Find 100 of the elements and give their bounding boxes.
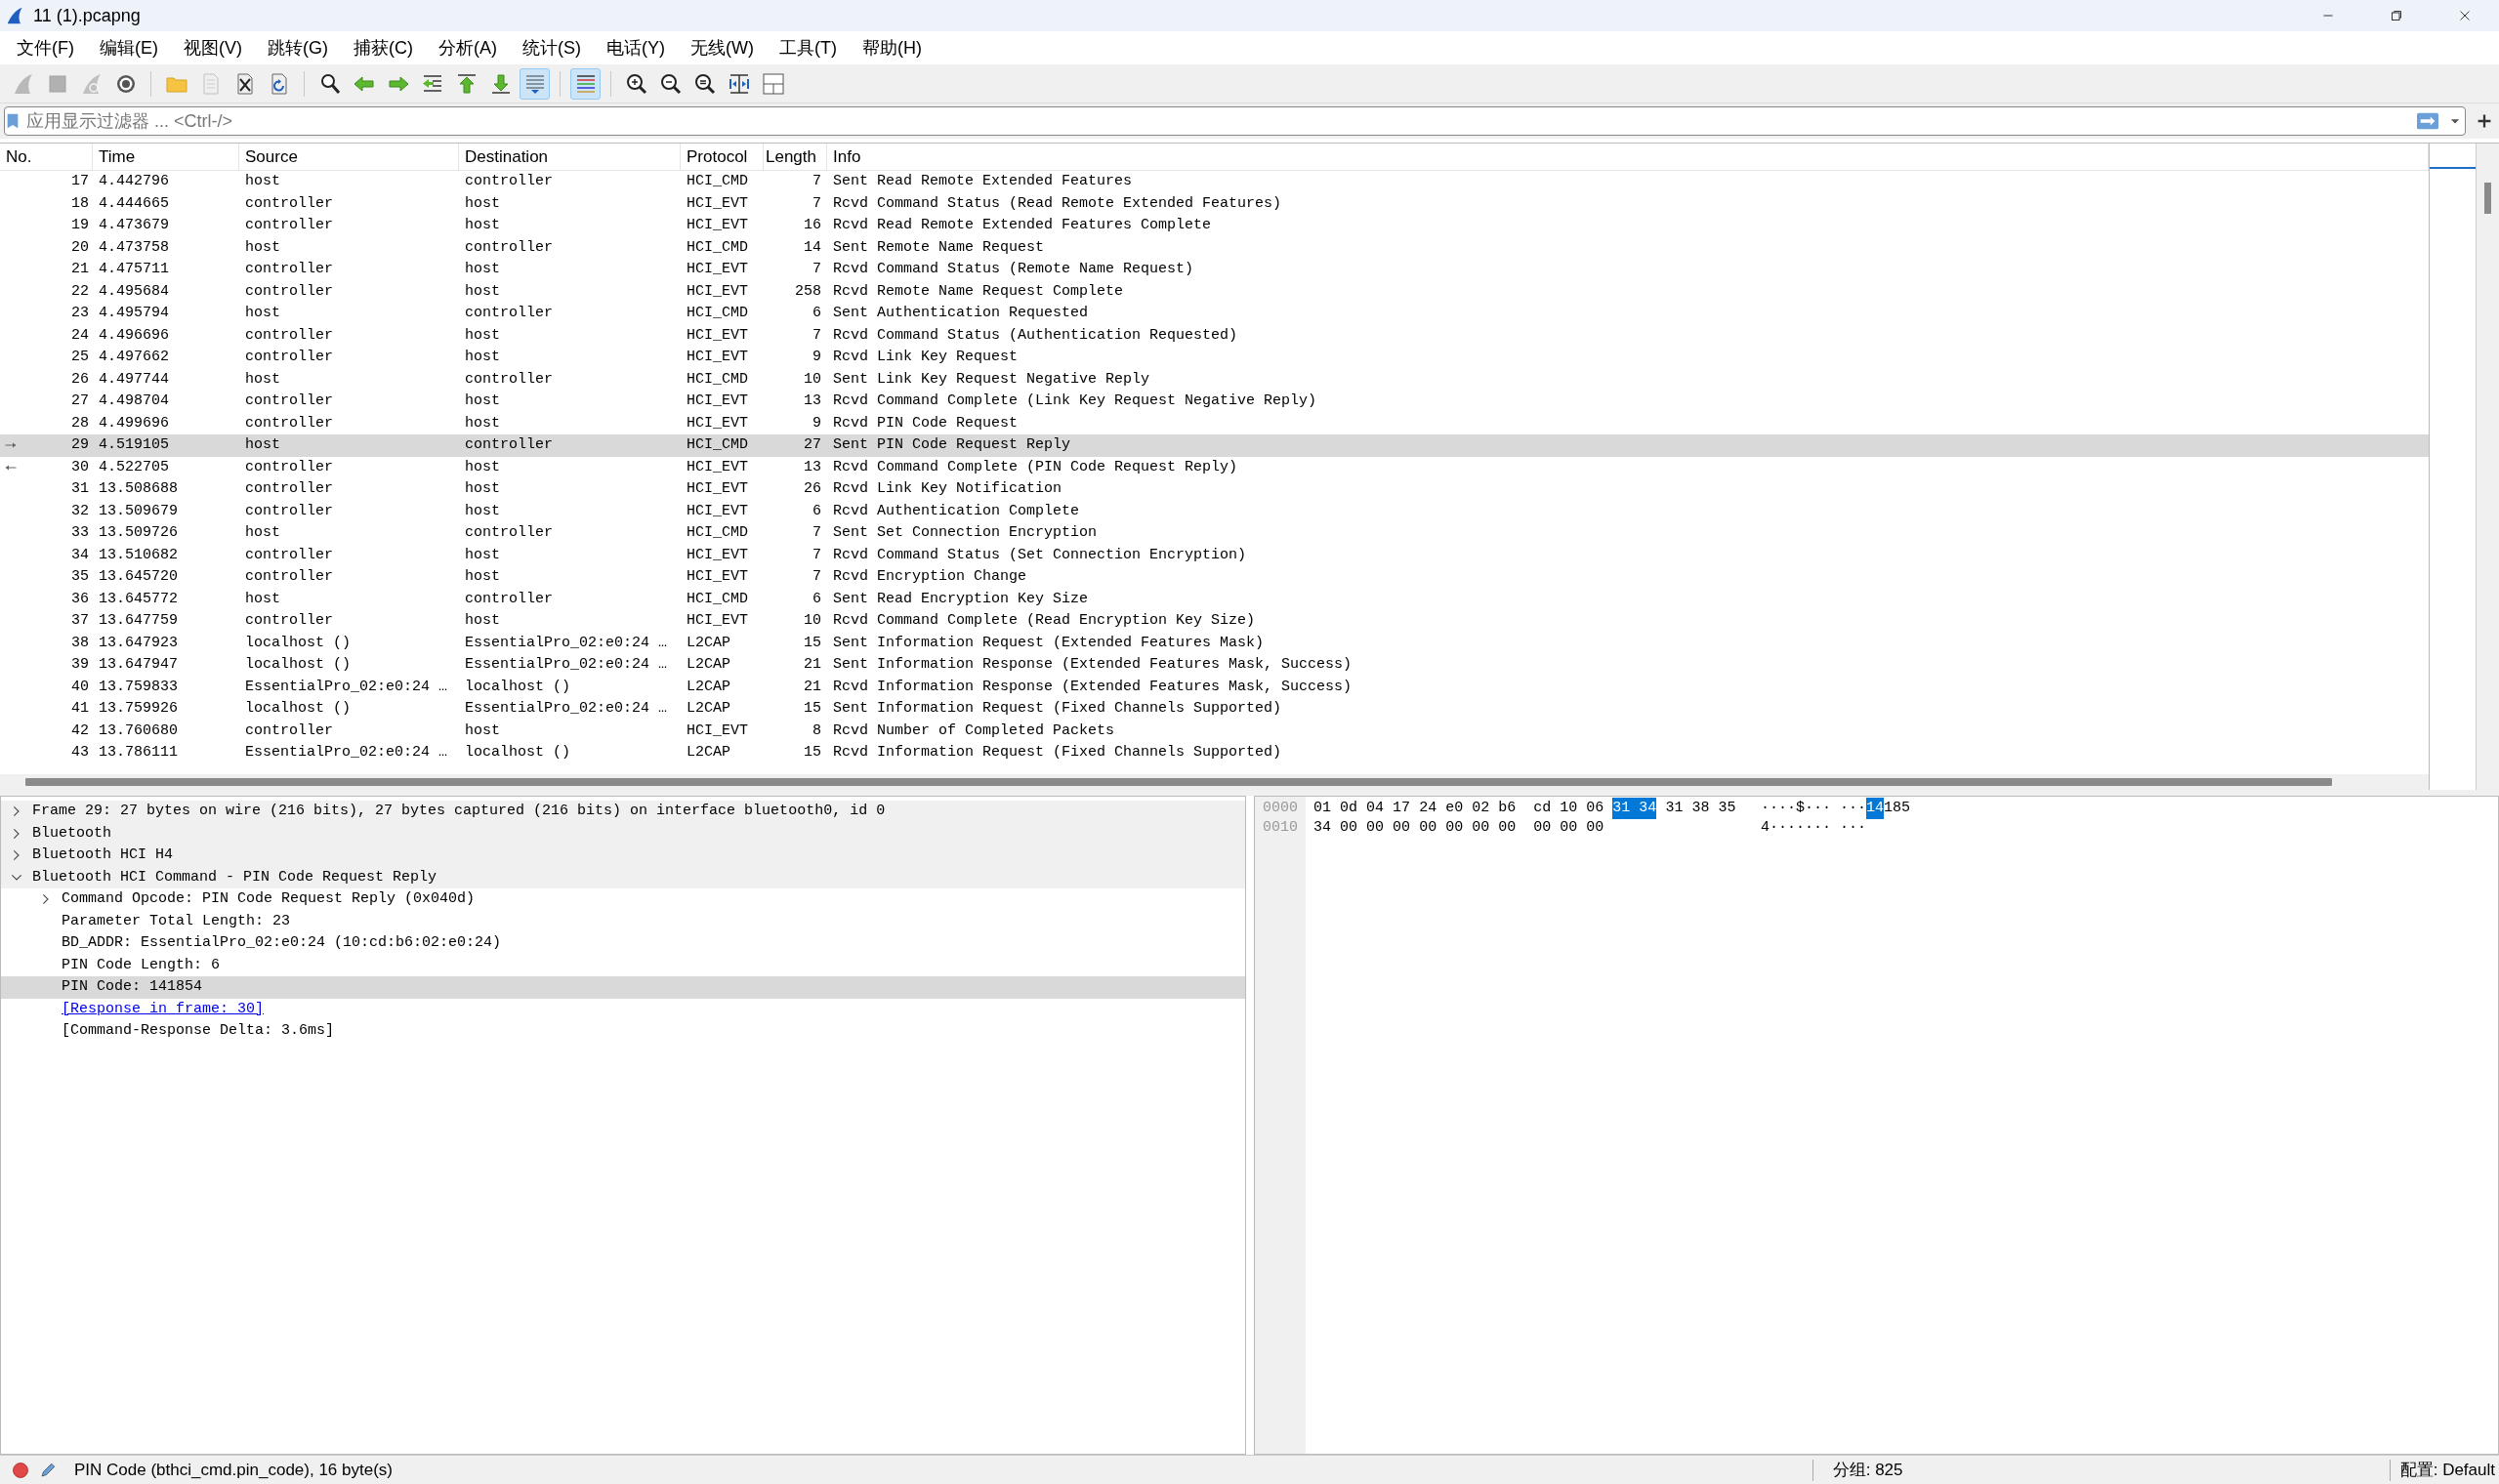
pencil-icon[interactable] [39, 1461, 57, 1479]
profile-label[interactable]: 配置: Default [2399, 1457, 2499, 1483]
tree-item-text[interactable]: PIN Code: 141854 [60, 976, 205, 999]
table-cell-text: Rcvd Read Remote Extended Features Complete [832, 216, 1213, 235]
ascii-text[interactable]: 185 [1884, 797, 1911, 820]
table-cell-text: 13 [803, 392, 822, 411]
filter-field[interactable]: 应用显示过滤器 ... <Ctrl-/> [4, 106, 2466, 136]
table-cell-text: L2CAP [686, 633, 731, 653]
table-cell-text: HCI_CMD [686, 172, 749, 191]
hex-byte[interactable]: 38 [1691, 797, 1710, 820]
table-cell-text: Rcvd Command Complete (PIN Code Request Reply) [832, 457, 1239, 477]
menu-item[interactable]: 编辑(E) [87, 34, 171, 62]
table-cell-text: host [464, 611, 501, 631]
zoom-reset-icon [692, 71, 717, 96]
table-cell-text: 20 [70, 237, 90, 258]
tree-item-text[interactable]: Parameter Total Length: 23 [60, 910, 293, 932]
table-cell-text: HCI_CMD [686, 589, 749, 609]
table-cell-text: host [464, 216, 501, 235]
table-cell-text: 4.497744 [98, 369, 170, 390]
table-cell-text: controller [244, 392, 334, 411]
table-cell-text: L2CAP [686, 655, 731, 675]
table-cell-text: 39 [70, 655, 90, 675]
table-cell-text: controller [244, 216, 334, 235]
table-cell-text: 7 [812, 545, 822, 565]
status-text: PIN Code (bthci_cmd.pin_code), 16 byte(s) [74, 1459, 393, 1481]
tree-item-text[interactable]: Bluetooth HCI H4 [30, 845, 176, 867]
table-cell-text: host [244, 172, 281, 191]
packet-row[interactable]: 29 4.519105 host controller HCI_CMD 27 Sent PIN Code Request Reply [0, 434, 2429, 457]
filter-input[interactable]: 应用显示过滤器 ... <Ctrl-/> [21, 108, 2410, 134]
vertical-scrollbar[interactable] [2476, 144, 2499, 790]
table-cell-text: 28 [70, 413, 90, 433]
menu-item[interactable]: 无线(W) [678, 34, 767, 62]
horizontal-scrollbar[interactable] [0, 774, 2429, 790]
table-cell-text: 13 [803, 457, 822, 477]
tree-item-text[interactable]: Bluetooth [30, 822, 113, 845]
table-cell-text: 10 [803, 369, 822, 390]
grid-layout-icon [761, 71, 785, 96]
table-cell-text: host [464, 567, 501, 587]
menu-item[interactable]: 分析(A) [426, 34, 510, 62]
table-cell-text: Rcvd Command Status (Authentication Requested) [832, 325, 1239, 346]
hex-byte[interactable]: 31 [1665, 797, 1684, 820]
table-cell-text: Sent Read Encryption Key Size [832, 589, 1090, 609]
selected-hex-byte[interactable]: 31 [1612, 797, 1640, 820]
table-cell-text: controller [464, 304, 554, 323]
lines-arrow-button[interactable] [520, 67, 550, 100]
selected-hex-byte[interactable]: 34 [1639, 797, 1657, 820]
table-cell-text: 4.499696 [98, 413, 170, 433]
table-cell-text: host [464, 325, 501, 346]
table-cell-text: 29 [70, 435, 90, 455]
table-cell-text: localhost () [464, 743, 572, 763]
table-cell-text: EssentialPro_02:e0:24 … [244, 743, 449, 763]
table-cell-text: 33 [70, 523, 90, 543]
expert-info-icon[interactable] [12, 1461, 29, 1479]
table-cell-text: 4.497662 [98, 348, 170, 367]
table-cell-text: 21 [803, 677, 822, 697]
table-cell-text: 42 [70, 721, 90, 741]
table-cell-text: 9 [812, 348, 822, 367]
menu-item[interactable]: 统计(S) [510, 34, 594, 62]
menu-item[interactable]: 文件(F) [4, 34, 87, 62]
table-cell-text: controller [244, 457, 334, 477]
menu-item[interactable]: 电话(Y) [594, 34, 678, 62]
table-cell-text: host [464, 721, 501, 741]
table-cell-text: 4.522705 [98, 457, 170, 477]
table-cell-text: 41 [70, 699, 90, 719]
table-cell-text: 21 [70, 260, 90, 279]
table-cell-text: 19 [70, 216, 90, 235]
table-cell-text: 4.496696 [98, 325, 170, 346]
tree-item-text[interactable]: [Command-Response Delta: 3.6ms] [60, 1020, 337, 1043]
table-cell-text: Rcvd Link Key Request [832, 348, 1020, 367]
table-cell-text: HCI_CMD [686, 369, 749, 390]
tree-item-text[interactable]: PIN Code Length: 6 [60, 954, 223, 976]
table-cell-text: 7 [812, 260, 822, 279]
table-cell-text: 7 [812, 523, 822, 543]
table-cell-text: 14 [803, 237, 822, 258]
table-cell-text: 4.473758 [98, 237, 170, 258]
tree-item-text[interactable]: BD_ADDR: EssentialPro_02:e0:24 (10:cd:b6:02:e0:24) [60, 932, 504, 955]
table-cell-text: 21 [803, 655, 822, 675]
table-cell-text: 23 [70, 304, 90, 323]
menu-item[interactable]: 捕获(C) [341, 34, 426, 62]
table-cell-text: Rcvd Command Complete (Read Encryption Key Size) [832, 611, 1257, 631]
menu-item[interactable]: 工具(T) [766, 34, 850, 62]
table-cell-text: 26 [70, 369, 90, 390]
table-cell-text: Sent Authentication Requested [832, 304, 1090, 323]
table-cell-text: controller [244, 611, 334, 631]
table-cell-text: controller [464, 435, 554, 455]
table-cell-text: HCI_CMD [686, 304, 749, 323]
table-cell-text: 4.498704 [98, 392, 170, 411]
menu-item[interactable]: 视图(V) [171, 34, 255, 62]
colored-lines-button[interactable] [570, 67, 601, 100]
table-cell-text: 4.442796 [98, 172, 170, 191]
table-cell-text: Rcvd Remote Name Request Complete [832, 281, 1125, 302]
table-cell-text: controller [244, 721, 334, 741]
selected-ascii-text[interactable]: 14 [1866, 797, 1885, 820]
tree-item-text[interactable]: Command Opcode: PIN Code Request Reply (0x040d) [60, 888, 478, 911]
frame-link[interactable]: [Response in frame: 30] [60, 998, 267, 1020]
table-cell-text: controller [464, 369, 554, 390]
hex-byte[interactable]: 35 [1718, 797, 1736, 820]
menu-item[interactable]: 帮助(H) [849, 34, 935, 62]
table-cell-text: Rcvd Command Status (Remote Name Request) [832, 260, 1195, 279]
menu-item[interactable]: 跳转(G) [255, 34, 341, 62]
